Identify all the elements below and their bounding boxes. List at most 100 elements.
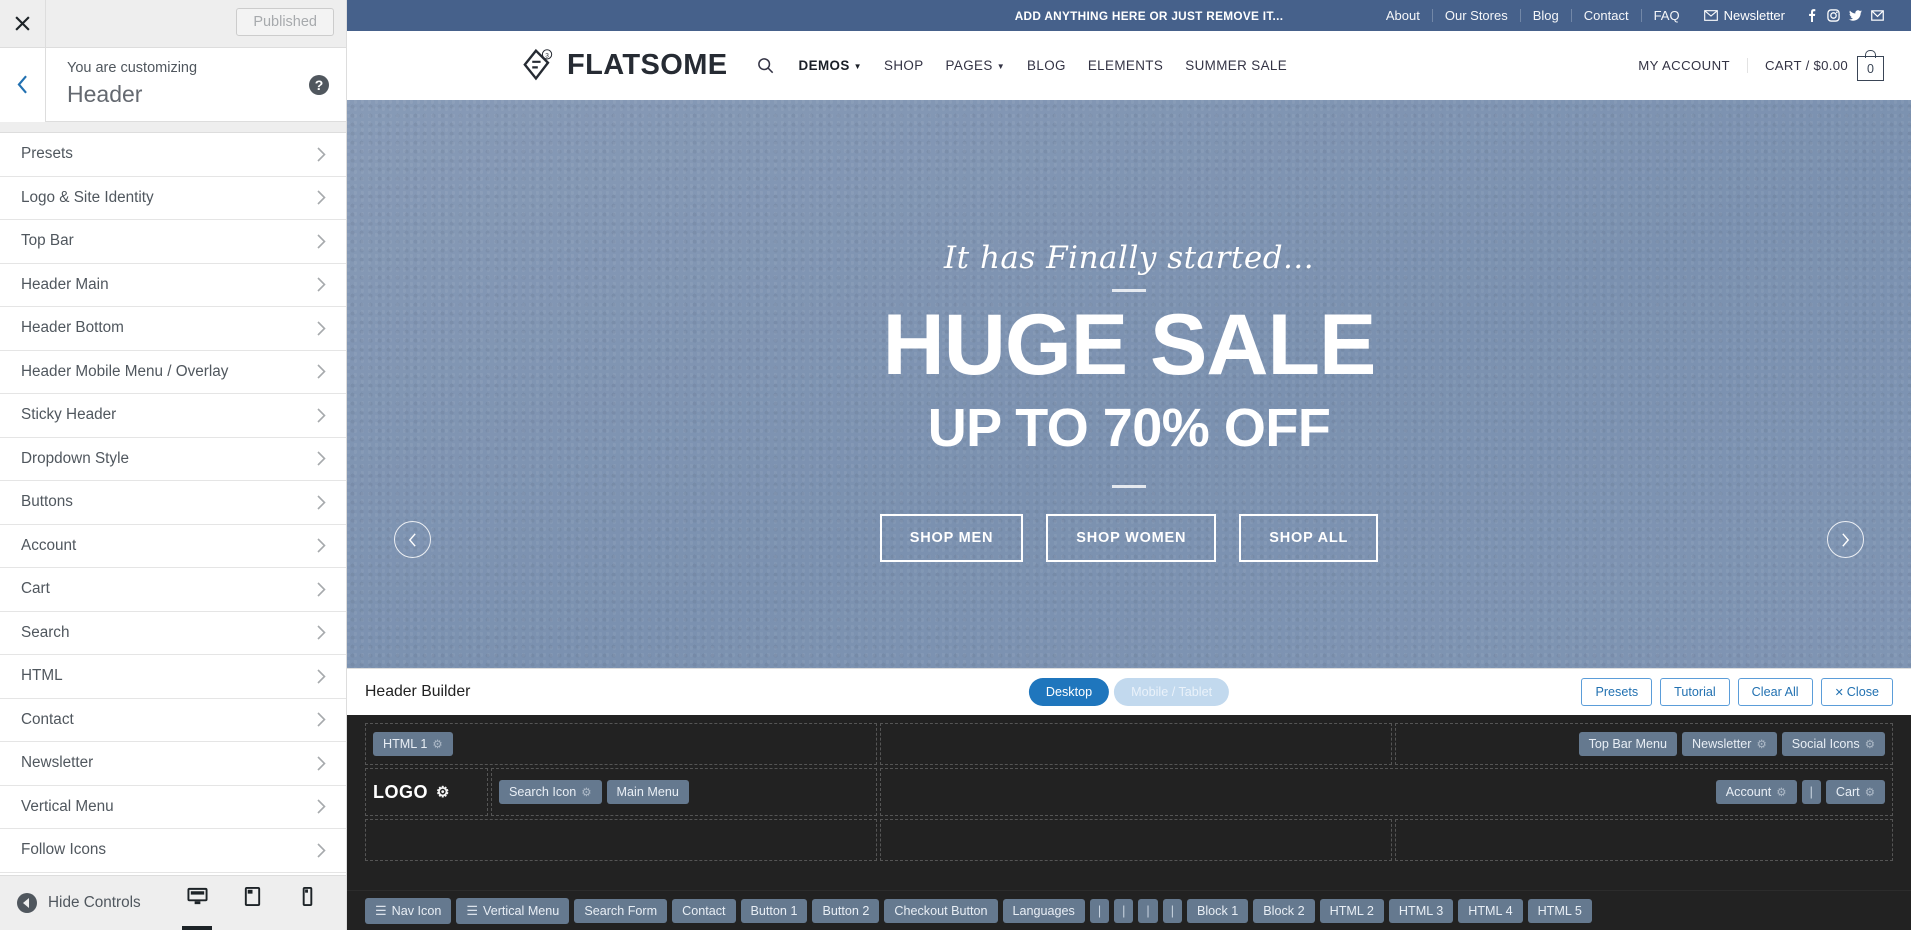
cart-link[interactable]: CART / $0.00 0	[1748, 50, 1884, 81]
topbar-link-about[interactable]: About	[1374, 9, 1433, 22]
close-customizer-button[interactable]	[0, 0, 46, 47]
sidebar-item-search[interactable]: Search	[0, 611, 346, 655]
shop-men-button[interactable]: SHOP MEN	[879, 514, 1024, 563]
hide-controls-button[interactable]: Hide Controls	[0, 893, 141, 913]
topbar-link-blog[interactable]: Blog	[1521, 9, 1572, 22]
nav-item-pages[interactable]: PAGES ▼	[935, 58, 1016, 73]
sidebar-item-header-bottom[interactable]: Header Bottom	[0, 307, 346, 351]
topbar-link-faq[interactable]: FAQ	[1642, 9, 1692, 22]
builder-chip-html-1[interactable]: HTML 1 ⚙	[373, 732, 453, 756]
builder-cell-topbar-center[interactable]	[880, 723, 1392, 765]
device-mobile-button[interactable]	[290, 876, 324, 930]
sidebar-item-presets[interactable]: Presets	[0, 133, 346, 177]
clear-all-button[interactable]: Clear All	[1737, 678, 1813, 706]
palette-chip-block-2[interactable]: Block 2	[1253, 898, 1315, 923]
help-icon[interactable]: ?	[309, 74, 329, 95]
nav-item-blog[interactable]: BLOG	[1016, 58, 1077, 73]
my-account-link[interactable]: MY ACCOUNT	[1638, 58, 1748, 73]
palette-chip-divider-2[interactable]: |	[1114, 898, 1134, 923]
builder-chip-main-menu[interactable]: Main Menu	[606, 780, 689, 804]
gear-icon[interactable]: ⚙	[581, 785, 591, 799]
builder-cell-topbar-right[interactable]: Top Bar Menu Newsletter ⚙ Social Icons ⚙	[1395, 723, 1893, 765]
builder-chip-search-icon[interactable]: Search Icon ⚙	[499, 780, 602, 804]
email-icon[interactable]	[1871, 9, 1884, 22]
topbar-link-our-stores[interactable]: Our Stores	[1433, 9, 1521, 22]
back-button[interactable]	[0, 47, 46, 122]
palette-chip-vertical-menu[interactable]: ☰ Vertical Menu	[456, 897, 570, 924]
topbar-link-contact[interactable]: Contact	[1572, 9, 1642, 22]
palette-chip-html-5[interactable]: HTML 5	[1527, 898, 1592, 923]
builder-cell-bottom-right[interactable]	[1395, 819, 1893, 861]
device-tablet-button[interactable]	[235, 876, 269, 930]
sidebar-item-cart[interactable]: Cart	[0, 568, 346, 612]
topbar-newsletter-link[interactable]: Newsletter	[1692, 8, 1797, 23]
palette-chip-divider-1[interactable]: |	[1089, 898, 1110, 923]
sidebar-item-html[interactable]: HTML	[0, 655, 346, 699]
sidebar-item-dropdown-style[interactable]: Dropdown Style	[0, 437, 346, 481]
palette-chip-block-1[interactable]: Block 1	[1186, 898, 1249, 923]
site-logo[interactable]: 3 FLATSOME	[523, 47, 728, 84]
palette-chip-languages[interactable]: Languages	[1002, 898, 1085, 923]
builder-chip-social-icons[interactable]: Social Icons ⚙	[1781, 732, 1885, 756]
builder-cell-main-left[interactable]: Search Icon ⚙ Main Menu	[491, 768, 877, 816]
gear-icon[interactable]: ⚙	[1865, 785, 1875, 799]
nav-item-elements[interactable]: ELEMENTS	[1077, 58, 1174, 73]
palette-chip-html-4[interactable]: HTML 4	[1458, 898, 1523, 923]
gear-icon[interactable]: ⚙	[436, 783, 450, 801]
sidebar-item-logo-site-identity[interactable]: Logo & Site Identity	[0, 176, 346, 220]
slider-next-button[interactable]	[1827, 521, 1864, 558]
presets-button[interactable]: Presets	[1581, 678, 1653, 706]
builder-chip-divider[interactable]: |	[1801, 780, 1821, 804]
palette-chip-search-form[interactable]: Search Form	[574, 898, 668, 923]
facebook-icon[interactable]	[1805, 9, 1818, 22]
search-icon[interactable]	[757, 57, 788, 74]
gear-icon[interactable]: ⚙	[1776, 785, 1786, 799]
sidebar-item-account[interactable]: Account	[0, 524, 346, 568]
sidebar-item-follow-icons[interactable]: Follow Icons	[0, 829, 346, 873]
sidebar-item-buttons[interactable]: Buttons	[0, 481, 346, 525]
palette-chip-html-3[interactable]: HTML 3	[1388, 898, 1454, 923]
palette-chip-html-2[interactable]: HTML 2	[1319, 898, 1384, 923]
palette-chip-divider-3[interactable]: |	[1138, 898, 1158, 923]
builder-cell-bottom-left[interactable]	[365, 819, 877, 861]
twitter-icon[interactable]	[1849, 9, 1862, 22]
shop-all-button[interactable]: SHOP ALL	[1239, 514, 1379, 563]
builder-chip-account[interactable]: Account ⚙	[1715, 780, 1797, 804]
nav-item-demos[interactable]: DEMOS ▼	[788, 58, 873, 73]
slider-prev-button[interactable]	[394, 521, 431, 558]
viewport-mobile-tablet-toggle[interactable]: Mobile / Tablet	[1114, 678, 1230, 706]
palette-chip-button-1[interactable]: Button 1	[740, 898, 808, 923]
sidebar-item-header-mobile-menu-overlay[interactable]: Header Mobile Menu / Overlay	[0, 350, 346, 394]
palette-chip-checkout-button[interactable]: Checkout Button	[884, 898, 998, 923]
shop-women-button[interactable]: SHOP WOMEN	[1046, 514, 1217, 563]
builder-cell-logo[interactable]: LOGO ⚙	[365, 768, 488, 816]
sidebar-item-sticky-header[interactable]: Sticky Header	[0, 394, 346, 438]
sidebar-item-contact[interactable]: Contact	[0, 698, 346, 742]
builder-cell-bottom-center[interactable]	[880, 819, 1392, 861]
builder-cell-main-right[interactable]: Account ⚙ | Cart ⚙	[880, 768, 1893, 816]
sidebar-item-newsletter[interactable]: Newsletter	[0, 742, 346, 786]
close-builder-button[interactable]: ✕ Close	[1820, 678, 1893, 706]
builder-chip-newsletter[interactable]: Newsletter ⚙	[1681, 732, 1777, 756]
builder-cell-topbar-left[interactable]: HTML 1 ⚙	[365, 723, 877, 765]
device-desktop-button[interactable]	[180, 876, 214, 930]
gear-icon[interactable]: ⚙	[432, 737, 442, 751]
tutorial-button[interactable]: Tutorial	[1660, 678, 1730, 706]
gear-icon[interactable]: ⚙	[1756, 737, 1766, 751]
sidebar-item-header-main[interactable]: Header Main	[0, 263, 346, 307]
builder-chip-top-bar-menu[interactable]: Top Bar Menu	[1578, 732, 1677, 756]
viewport-desktop-toggle[interactable]: Desktop	[1028, 678, 1110, 706]
palette-chip-contact[interactable]: Contact	[672, 898, 736, 923]
palette-chip-nav-icon[interactable]: ☰ Nav Icon	[365, 897, 452, 924]
builder-chip-logo[interactable]: LOGO ⚙	[373, 782, 450, 803]
builder-chip-cart[interactable]: Cart ⚙	[1825, 780, 1885, 804]
nav-item-summer-sale[interactable]: SUMMER SALE	[1174, 58, 1298, 73]
instagram-icon[interactable]	[1827, 9, 1840, 22]
published-button[interactable]: Published	[236, 8, 334, 36]
sidebar-item-vertical-menu[interactable]: Vertical Menu	[0, 785, 346, 829]
palette-chip-button-2[interactable]: Button 2	[812, 898, 880, 923]
nav-item-shop[interactable]: SHOP	[873, 58, 935, 73]
gear-icon[interactable]: ⚙	[1865, 737, 1875, 751]
sidebar-item-top-bar[interactable]: Top Bar	[0, 220, 346, 264]
palette-chip-divider-4[interactable]: |	[1162, 898, 1182, 923]
